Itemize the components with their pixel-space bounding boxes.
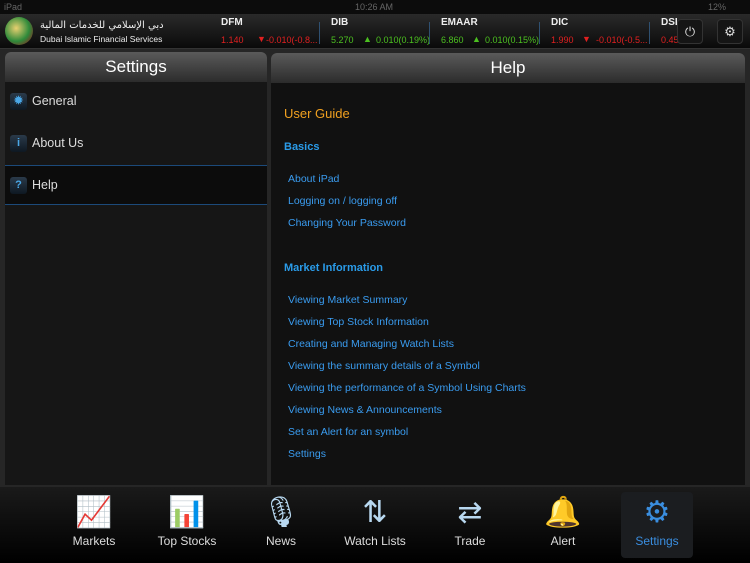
app-header: دبي الإسلامي للخدمات المالية Dubai Islam… — [0, 14, 750, 49]
divider — [319, 22, 320, 44]
brand-arabic: دبي الإسلامي للخدمات المالية — [40, 20, 164, 31]
tab-bar: 📈 Markets 📊 Top Stocks 🎙 News ⇅ Watch Lists … — [0, 487, 750, 563]
ticker-item[interactable]: DIC 1.990 ▼ -0.010(-0.5... — [551, 14, 661, 49]
item-label: General — [32, 94, 77, 108]
settings-button[interactable]: ⚙ — [717, 19, 743, 44]
help-link[interactable]: Changing Your Password — [288, 217, 406, 229]
info-icon: i — [10, 135, 27, 152]
ticker-change: -0.010(-0.5... — [596, 35, 648, 45]
brand-english: Dubai Islamic Financial Services — [40, 34, 163, 44]
settings-panel: Settings ✹ General i About Us ? Help — [5, 52, 267, 485]
tab-top-stocks[interactable]: 📊 Top Stocks — [151, 492, 223, 558]
tab-label: Settings — [635, 534, 679, 548]
section-heading: Basics — [284, 141, 320, 153]
tab-label: Alert — [550, 534, 576, 548]
tab-trade[interactable]: ⇄ Trade — [434, 492, 506, 558]
battery-level: 12% — [708, 2, 727, 12]
up-arrow-icon: ▲ — [472, 34, 481, 44]
up-arrow-icon: ▲ — [363, 34, 372, 44]
tab-news[interactable]: 🎙 News — [245, 492, 317, 558]
ticker-price: 0.45 — [661, 35, 679, 45]
ticker-price: 1.990 — [551, 35, 574, 45]
ticker-symbol: DIC — [551, 17, 569, 28]
help-panel: Help User Guide Basics About iPad Loggin… — [271, 53, 745, 485]
help-link[interactable]: Settings — [288, 448, 326, 460]
divider — [539, 22, 540, 44]
exchange-icon: ⇄ — [457, 496, 483, 529]
help-link[interactable]: Creating and Managing Watch Lists — [288, 338, 454, 350]
help-link[interactable]: Viewing the summary details of a Symbol — [288, 360, 480, 372]
help-content: User Guide Basics About iPad Logging on … — [271, 83, 745, 485]
help-link[interactable]: Viewing Market Summary — [288, 294, 407, 306]
ticker-price: 6.860 — [441, 35, 464, 45]
down-arrow-icon: ▼ — [582, 34, 591, 44]
gear-icon: ⚙ — [643, 496, 671, 529]
device-label: iPad — [4, 2, 23, 12]
tab-watch-lists[interactable]: ⇅ Watch Lists — [339, 492, 411, 558]
ticker-item[interactable]: DFM 1.140 ▼ -0.010(-0.8... — [221, 14, 331, 49]
gear-icon: ✹ — [10, 93, 27, 110]
bar-chart-icon: 📊 — [168, 496, 206, 529]
ticker-change: 0.010(0.19%) — [376, 35, 431, 45]
tab-label: News — [265, 534, 296, 548]
help-link[interactable]: Viewing the performance of a Symbol Usin… — [288, 382, 526, 394]
divider — [649, 22, 650, 44]
tab-settings[interactable]: ⚙ Settings — [621, 492, 693, 558]
help-link[interactable]: Logging on / logging off — [288, 195, 397, 207]
question-icon: ? — [10, 177, 27, 194]
settings-item-about-us[interactable]: i About Us — [5, 124, 267, 164]
settings-item-help[interactable]: ? Help — [5, 165, 267, 205]
tab-alert[interactable]: 🔔 Alert — [527, 492, 599, 558]
ticker-change: 0.010(0.15%) — [485, 35, 540, 45]
ticker-price: 5.270 — [331, 35, 354, 45]
microphone-icon: 🎙 — [261, 496, 301, 529]
down-arrow-icon: ▼ — [257, 34, 266, 44]
help-link[interactable]: Set an Alert for an symbol — [288, 426, 408, 438]
section-heading: Market Information — [284, 262, 384, 274]
settings-item-general[interactable]: ✹ General — [5, 82, 267, 122]
ticker-symbol: DIB — [331, 17, 349, 28]
ticker-change: -0.010(-0.8... — [266, 35, 318, 45]
tab-markets[interactable]: 📈 Markets — [58, 492, 130, 558]
ticker-item[interactable]: EMAAR 6.860 ▲ 0.010(0.15%) — [441, 14, 551, 49]
help-link[interactable]: About iPad — [288, 173, 339, 185]
tab-label: Markets — [72, 534, 116, 548]
ticker-symbol: EMAAR — [441, 17, 478, 28]
help-link[interactable]: Viewing News & Announcements — [288, 404, 442, 416]
gear-icon: ⚙ — [724, 24, 736, 39]
status-bar: iPad 10:26 AM 12% — [0, 0, 750, 14]
help-title: Help — [271, 53, 745, 83]
help-link[interactable]: Viewing Top Stock Information — [288, 316, 429, 328]
item-label: About Us — [32, 136, 84, 150]
tab-label: Top Stocks — [157, 534, 217, 548]
ticker-symbol: DSI — [661, 17, 678, 28]
logo-icon — [5, 17, 33, 45]
power-icon: ⏻ — [684, 24, 696, 39]
up-down-arrows-icon: ⇅ — [362, 496, 388, 529]
tab-label: Trade — [454, 534, 486, 548]
ticker-price: 1.140 — [221, 35, 244, 45]
settings-title: Settings — [5, 52, 267, 82]
power-button[interactable]: ⏻ — [677, 19, 703, 44]
clock: 10:26 AM — [355, 2, 394, 12]
tab-label: Watch Lists — [344, 534, 406, 548]
item-label: Help — [32, 178, 58, 192]
markets-chart-icon: 📈 — [75, 496, 113, 529]
bell-icon: 🔔 — [544, 496, 582, 529]
user-guide-heading: User Guide — [284, 106, 350, 121]
divider — [429, 22, 430, 44]
ticker-symbol: DFM — [221, 17, 243, 28]
ticker-item[interactable]: DIB 5.270 ▲ 0.010(0.19%) — [331, 14, 441, 49]
